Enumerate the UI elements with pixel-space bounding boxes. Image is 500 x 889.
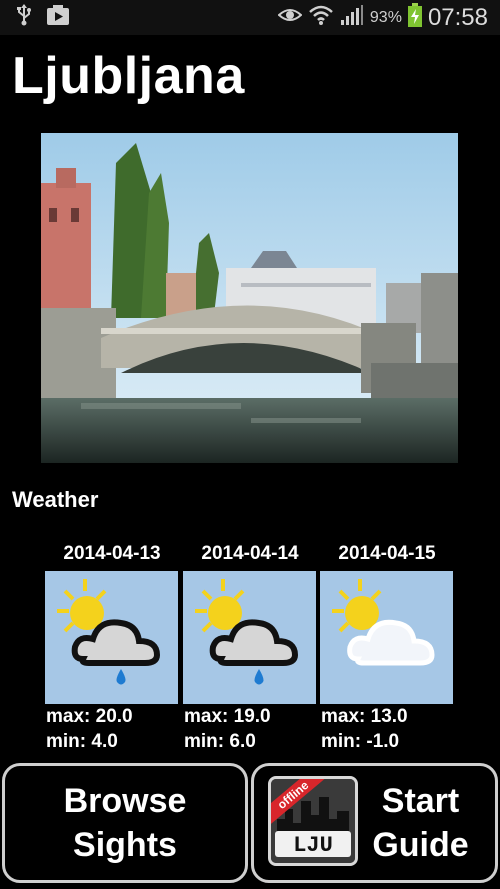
wifi-icon bbox=[308, 4, 334, 31]
page-title: Ljubljana bbox=[12, 47, 245, 105]
eye-icon bbox=[277, 7, 303, 28]
forecast-date: 2014-04-13 bbox=[63, 543, 161, 564]
battery-icon bbox=[407, 3, 422, 32]
media-icon bbox=[46, 4, 70, 31]
weather-heading: Weather bbox=[12, 487, 99, 512]
cloud-rain-icon bbox=[45, 571, 178, 704]
forecast-day: 2014-04-15 max: 13.0 min: -1.0 bbox=[320, 540, 454, 754]
forecast-min: min: 4.0 bbox=[46, 731, 118, 752]
forecast-day: 2014-04-13 max: 20.0 min: 4.0 bbox=[45, 540, 179, 754]
start-guide-label: Start Guide bbox=[372, 782, 469, 864]
city-photo bbox=[41, 133, 458, 463]
forecast-date: 2014-04-15 bbox=[338, 543, 436, 564]
start-guide-button[interactable]: offline LJU Start Guide bbox=[251, 763, 498, 883]
forecast-min: min: 6.0 bbox=[184, 731, 256, 752]
browse-sights-label: Browse Sights bbox=[63, 782, 187, 864]
browse-sights-button[interactable]: Browse Sights bbox=[2, 763, 248, 883]
sun-cloud-icon bbox=[320, 571, 453, 704]
forecast-max: max: 19.0 bbox=[184, 706, 271, 727]
forecast-min: min: -1.0 bbox=[321, 731, 400, 752]
clock: 07:58 bbox=[427, 3, 488, 31]
forecast-day: 2014-04-14 max: 19.0 min: 6.0 bbox=[183, 540, 317, 754]
offline-badge: offline LJU bbox=[268, 776, 358, 866]
signal-icon bbox=[340, 4, 364, 31]
status-bar: 93% 07:58 bbox=[0, 0, 500, 35]
battery-percent: 93% bbox=[369, 8, 402, 26]
usb-icon bbox=[16, 4, 32, 31]
forecast-max: max: 20.0 bbox=[46, 706, 133, 727]
forecast-date: 2014-04-14 bbox=[201, 543, 299, 564]
cloud-rain-icon bbox=[183, 571, 316, 704]
forecast-max: max: 13.0 bbox=[321, 706, 408, 727]
badge-code: LJU bbox=[293, 833, 333, 858]
